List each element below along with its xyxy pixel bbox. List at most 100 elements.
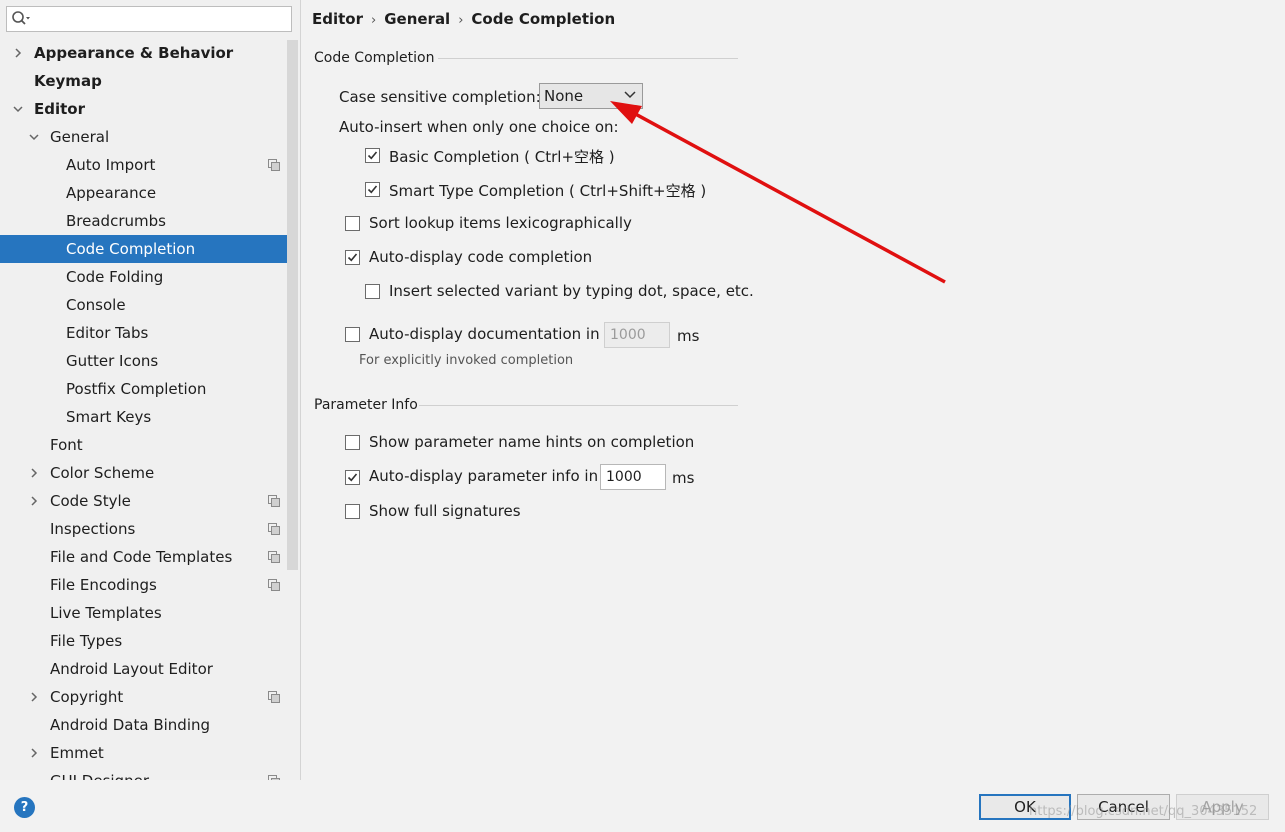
search-input[interactable]	[6, 6, 292, 32]
chevron-down-icon[interactable]	[28, 131, 40, 143]
sidebar-item-gui-designer[interactable]: GUI Designer	[0, 767, 288, 780]
case-sensitive-label: Case sensitive completion:	[339, 88, 541, 106]
chevron-down-icon	[624, 91, 636, 99]
sidebar-item-file-and-code-templates[interactable]: File and Code Templates	[0, 543, 288, 571]
sidebar-item-label: Appearance	[66, 184, 157, 202]
sidebar-item-file-encodings[interactable]: File Encodings	[0, 571, 288, 599]
documentation-delay-unit: ms	[677, 327, 700, 345]
basic-completion-label: Basic Completion ( Ctrl+空格 )	[389, 148, 615, 166]
sidebar-item-appearance-behavior[interactable]: Appearance & Behavior	[0, 39, 288, 67]
sidebar-item-smart-keys[interactable]: Smart Keys	[0, 403, 288, 431]
section-divider	[419, 405, 738, 406]
smart-type-completion-checkbox[interactable]	[365, 182, 380, 197]
auto-display-documentation-checkbox[interactable]	[345, 327, 360, 342]
chevron-right-icon[interactable]	[12, 47, 24, 59]
sidebar-item-file-types[interactable]: File Types	[0, 627, 288, 655]
sidebar-item-general[interactable]: General	[0, 123, 288, 151]
sidebar-item-editor-tabs[interactable]: Editor Tabs	[0, 319, 288, 347]
sidebar-item-inspections[interactable]: Inspections	[0, 515, 288, 543]
sidebar-item-label: Inspections	[50, 520, 136, 538]
sidebar-item-label: Editor Tabs	[66, 324, 149, 342]
chevron-right-icon[interactable]	[28, 747, 40, 759]
sidebar-item-label: Font	[50, 436, 83, 454]
sidebar-item-label: Code Folding	[66, 268, 164, 286]
project-settings-icon	[268, 523, 280, 535]
full-signatures-label: Show full signatures	[369, 502, 521, 520]
basic-completion-checkbox[interactable]	[365, 148, 380, 163]
chevron-right-icon[interactable]	[28, 691, 40, 703]
section-divider	[438, 58, 738, 59]
sidebar-item-android-data-binding[interactable]: Android Data Binding	[0, 711, 288, 739]
sidebar-item-label: Postfix Completion	[66, 380, 207, 398]
auto-display-completion-checkbox[interactable]	[345, 250, 360, 265]
settings-tree: Appearance & Behavior Keymap Editor General…	[0, 39, 288, 780]
chevron-down-icon[interactable]	[12, 103, 24, 115]
chevron-right-icon[interactable]	[28, 495, 40, 507]
sidebar-item-label: Keymap	[34, 72, 102, 90]
checkmark-icon	[367, 185, 378, 194]
sidebar-item-code-folding[interactable]: Code Folding	[0, 263, 288, 291]
checkmark-icon	[347, 253, 358, 262]
help-icon[interactable]: ?	[14, 797, 35, 818]
sidebar-item-breadcrumbs[interactable]: Breadcrumbs	[0, 207, 288, 235]
breadcrumb-code-completion: Code Completion	[471, 10, 616, 28]
case-sensitive-dropdown[interactable]: None	[539, 83, 643, 109]
sidebar-item-label: General	[50, 128, 110, 146]
sidebar-item-label: Gutter Icons	[66, 352, 159, 370]
sidebar-item-gutter-icons[interactable]: Gutter Icons	[0, 347, 288, 375]
breadcrumb-separator-icon: ›	[371, 13, 377, 28]
insert-variant-checkbox[interactable]	[365, 284, 380, 299]
sidebar-item-auto-import[interactable]: Auto Import	[0, 151, 288, 179]
auto-display-parameter-checkbox[interactable]	[345, 470, 360, 485]
sidebar-item-code-completion[interactable]: Code Completion	[0, 235, 288, 263]
sidebar-item-label: Code Completion	[66, 240, 196, 258]
sidebar-item-android-layout-editor[interactable]: Android Layout Editor	[0, 655, 288, 683]
settings-content: Editor › General › Code Completion Code Comp…	[301, 0, 1285, 780]
project-settings-icon	[268, 159, 280, 171]
parameter-delay-unit: ms	[672, 469, 695, 487]
sidebar-item-font[interactable]: Font	[0, 431, 288, 459]
chevron-right-icon[interactable]	[28, 467, 40, 479]
sidebar-item-editor[interactable]: Editor	[0, 95, 288, 123]
settings-sidebar: Appearance & Behavior Keymap Editor General…	[0, 0, 301, 780]
sidebar-item-label: GUI Designer	[50, 767, 149, 780]
parameter-hints-label: Show parameter name hints on completion	[369, 433, 695, 451]
breadcrumb-editor: Editor	[312, 10, 363, 28]
sidebar-item-code-style[interactable]: Code Style	[0, 487, 288, 515]
sidebar-item-color-scheme[interactable]: Color Scheme	[0, 459, 288, 487]
breadcrumb: Editor › General › Code Completion	[312, 10, 615, 28]
sidebar-item-label: Editor	[34, 100, 85, 118]
sidebar-item-copyright[interactable]: Copyright	[0, 683, 288, 711]
documentation-delay-input[interactable]: 1000	[604, 322, 670, 348]
dialog-footer: ? OK Cancel Apply https://blog.csdn.net/…	[0, 780, 1285, 832]
checkmark-icon	[347, 473, 358, 482]
sidebar-item-emmet[interactable]: Emmet	[0, 739, 288, 767]
sidebar-scrollbar[interactable]	[287, 40, 298, 570]
documentation-hint: For explicitly invoked completion	[359, 353, 574, 368]
sidebar-item-label: Smart Keys	[66, 408, 152, 426]
sidebar-item-label: Live Templates	[50, 604, 162, 622]
case-sensitive-value: None	[544, 87, 584, 105]
project-settings-icon	[268, 495, 280, 507]
sort-lookup-checkbox[interactable]	[345, 216, 360, 231]
sidebar-item-postfix-completion[interactable]: Postfix Completion	[0, 375, 288, 403]
smart-type-completion-label: Smart Type Completion ( Ctrl+Shift+空格 )	[389, 182, 707, 200]
sidebar-item-label: Emmet	[50, 744, 104, 762]
auto-display-documentation-label: Auto-display documentation in	[369, 325, 600, 343]
parameter-hints-checkbox[interactable]	[345, 435, 360, 450]
sidebar-item-label: File and Code Templates	[50, 548, 233, 566]
sidebar-item-keymap[interactable]: Keymap	[0, 67, 288, 95]
sidebar-item-label: Auto Import	[66, 156, 156, 174]
sidebar-item-appearance[interactable]: Appearance	[0, 179, 288, 207]
sidebar-item-live-templates[interactable]: Live Templates	[0, 599, 288, 627]
sidebar-item-label: Console	[66, 296, 126, 314]
sidebar-item-console[interactable]: Console	[0, 291, 288, 319]
insert-variant-label: Insert selected variant by typing dot, s…	[389, 282, 754, 300]
sidebar-item-label: Android Layout Editor	[50, 660, 213, 678]
sidebar-item-label: Color Scheme	[50, 464, 155, 482]
full-signatures-checkbox[interactable]	[345, 504, 360, 519]
sidebar-item-label: File Types	[50, 632, 123, 650]
parameter-delay-input[interactable]: 1000	[600, 464, 666, 490]
sidebar-item-label: Android Data Binding	[50, 716, 211, 734]
auto-display-parameter-label: Auto-display parameter info in	[369, 467, 599, 485]
